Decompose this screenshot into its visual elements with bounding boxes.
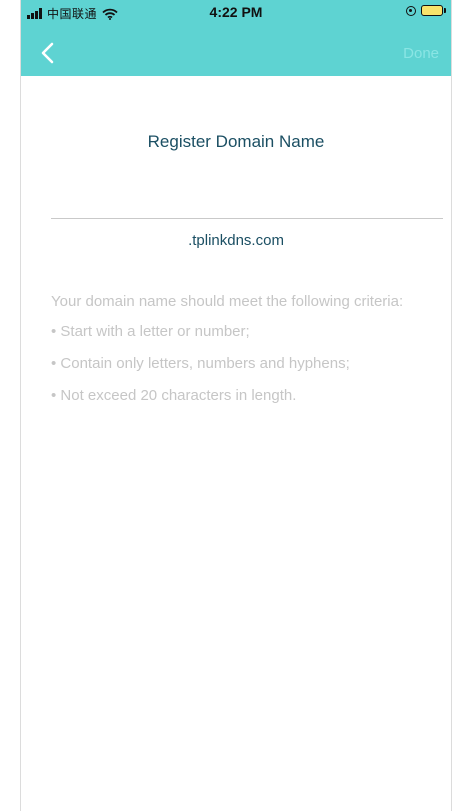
criteria-item: • Not exceed 20 characters in length. (51, 387, 297, 404)
orientation-lock-icon (406, 5, 416, 16)
done-button[interactable]: Done (403, 45, 439, 62)
criteria-item: • Start with a letter or number; (51, 323, 250, 340)
left-margin (0, 0, 20, 811)
page-title: Register Domain Name (147, 132, 325, 151)
navigation-bar: Done (21, 34, 451, 74)
chevron-left-icon (41, 42, 54, 64)
criteria-hint: Your domain name should meet the followi… (51, 292, 431, 418)
battery-charging-icon (421, 5, 446, 16)
status-right-group (406, 5, 446, 16)
status-bar: 中国联通 4:22 PM (21, 0, 451, 26)
domain-name-input[interactable] (51, 194, 443, 219)
app-screen: 中国联通 4:22 PM Done Register Domain Name .… (20, 0, 452, 811)
domain-suffix: .tplinkdns.com (188, 232, 284, 249)
status-time: 4:22 PM (209, 4, 263, 20)
header-bar: 中国联通 4:22 PM Done (21, 0, 451, 76)
back-button[interactable] (35, 38, 63, 68)
criteria-item: • Contain only letters, numbers and hyph… (51, 355, 350, 372)
criteria-intro: Your domain name should meet the followi… (51, 293, 404, 310)
